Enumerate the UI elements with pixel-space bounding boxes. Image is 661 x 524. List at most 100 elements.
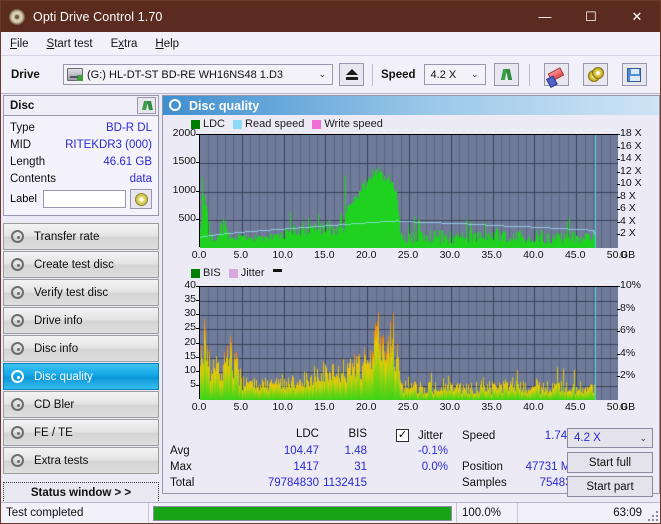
disc-refresh-button[interactable] <box>137 97 156 114</box>
sidebar-item-create-test-disc[interactable]: Create test disc <box>3 251 159 278</box>
ldc-plot-y2tick: 18 X <box>620 127 642 139</box>
disc-icon <box>10 453 27 468</box>
drive-select[interactable]: (G:) HL-DT-ST BD-RE WH16NS48 1.D3 ⌄ <box>63 64 333 85</box>
legend-label-bis: BIS <box>203 267 221 279</box>
minimize-icon[interactable]: — <box>522 1 568 32</box>
menu-item-file[interactable]: File <box>1 35 38 53</box>
disc-icon <box>10 341 27 356</box>
legend-label-write-speed: Write speed <box>324 118 383 130</box>
ldc-chart: 500 1000 1500 2000 2 X4 X6 X8 X 10 X 12 X 14 X1… <box>163 127 659 265</box>
bis-plot-xunit: GB <box>620 401 636 413</box>
sidebar-item-label: FE / TE <box>34 426 73 439</box>
burn-speed-select-value: 4.2 X <box>574 432 601 444</box>
ldc-plot-y2tick: 14 X <box>620 152 642 165</box>
erase-button[interactable] <box>543 63 569 86</box>
disc-label-button[interactable] <box>130 189 152 209</box>
disc-row-mid-key: MID <box>10 138 32 151</box>
legend-swatch-write-speed <box>312 119 322 129</box>
sidebar-item-fe-te[interactable]: FE / TE <box>3 419 159 446</box>
ldc-plot-y2tick-mark <box>617 234 620 235</box>
bis-plot-ytick-mark <box>196 300 199 301</box>
jitter-checkbox[interactable]: ✓ <box>396 429 409 442</box>
bis-plot-xtick: 20.0 <box>355 401 377 413</box>
close-icon[interactable]: ✕ <box>614 1 660 32</box>
bis-plot-y2tick-mark <box>617 331 620 332</box>
ldc-plot-xtick: 5.0 <box>233 249 249 261</box>
ldc-plot-y2tick: 8 X <box>620 189 636 202</box>
legend-swatch-read-speed <box>233 119 243 129</box>
elapsed-time: 63:09 <box>613 507 642 519</box>
ldc-plot-y2tick: 6 X <box>620 202 636 215</box>
start-full-button[interactable]: Start full <box>567 452 653 473</box>
status-window-button[interactable]: Status window > > <box>3 482 159 503</box>
sidebar-item-extra-tests[interactable]: Extra tests <box>3 447 159 474</box>
menu-item-start-test[interactable]: Start test <box>38 35 102 53</box>
stats-row-avg-bis: 1.48 <box>344 445 367 457</box>
sidebar-item-cd-bler[interactable]: CD Bler <box>3 391 159 418</box>
content-header: Disc quality <box>163 96 659 115</box>
disc-info-list: Type BD-R DL MID RITEKDR3 (000) Length 4… <box>3 116 159 216</box>
ldc-plot-xunit: GB <box>620 249 636 261</box>
bis-plot-ytick: 10 <box>184 363 196 376</box>
sidebar-item-transfer-rate[interactable]: Transfer rate <box>3 223 159 250</box>
bis-plot-y2tick-mark <box>617 309 620 310</box>
menu-item-start-test-rest: tart test <box>54 37 93 50</box>
bis-plot-xtick: 35.0 <box>481 401 502 413</box>
resize-grip[interactable] <box>648 511 658 521</box>
refresh-button[interactable] <box>493 63 519 86</box>
progress-bar <box>153 505 452 521</box>
disc-label-key: Label <box>10 193 37 205</box>
drive-label: Drive <box>11 68 40 81</box>
stats-row-total-bis: 1132415 <box>323 477 367 489</box>
disc-icon <box>10 257 27 272</box>
position-stat-value: 47731 MB <box>525 461 578 473</box>
discs-button[interactable] <box>582 63 608 86</box>
eject-button[interactable] <box>339 63 364 86</box>
sidebar-item-verify-test-disc[interactable]: Verify test disc <box>3 279 159 306</box>
speed-stat-label: Speed <box>462 430 496 442</box>
sidebar-item-disc-info[interactable]: Disc info <box>3 335 159 362</box>
ldc-plot-xtick: 20.0 <box>355 249 377 261</box>
bis-plot-y2tick: 8% <box>620 301 636 314</box>
save-button[interactable] <box>621 63 647 86</box>
bis-plot-ytick-mark <box>196 357 199 358</box>
stats-row-avg-ldc: 104.47 <box>283 445 319 457</box>
sidebar-item-drive-info[interactable]: Drive info <box>3 307 159 334</box>
disc-row-contents-key: Contents <box>10 172 57 185</box>
disc-row-contents: Contents data <box>10 170 152 187</box>
sidebar-item-label: Extra tests <box>34 454 89 467</box>
ldc-plot-ytick-mark <box>196 191 199 192</box>
disc-row-type: Type BD-R DL <box>10 119 152 136</box>
bis-plot-y2tick-mark <box>617 286 620 287</box>
bis-jitter-chart: 5 10 15 20 25 30 35 40 2% 4% 6% 8% 10% 0.0 5.0 10.0 15.0… <box>163 279 659 420</box>
sidebar-item-disc-quality[interactable]: Disc quality <box>3 363 159 390</box>
speed-select[interactable]: 4.2 X ⌄ <box>423 64 486 85</box>
menu-item-extra[interactable]: Extra <box>102 35 147 53</box>
burn-speed-select[interactable]: 4.2 X ⌄ <box>567 428 653 448</box>
ldc-plot-xtick: 40.0 <box>523 249 544 261</box>
window-controls: — ☐ ✕ <box>522 1 660 32</box>
chevron-down-icon: ⌄ <box>639 432 647 443</box>
drive-icon <box>67 68 83 81</box>
speed-stat-value: 1.74 X <box>544 430 578 442</box>
disc-label-input[interactable] <box>42 190 126 208</box>
menu-item-help[interactable]: Help <box>146 35 188 53</box>
legend-item-bis: BIS <box>191 267 221 279</box>
samples-stat-value: 754839 <box>539 477 578 489</box>
sidebar-item-label: Disc quality <box>34 370 93 383</box>
bis-plot-ytick-mark <box>196 328 199 329</box>
sidebar-item-label: CD Bler <box>34 398 75 411</box>
ldc-plot-ytick: 1500 <box>172 155 196 168</box>
disc-icon <box>10 425 27 440</box>
sidebar-item-label: Verify test disc <box>34 286 109 299</box>
start-part-button[interactable]: Start part <box>567 476 653 497</box>
disc-panel-header: Disc <box>3 95 159 116</box>
bis-plot <box>199 286 618 400</box>
ldc-plot-canvas <box>200 135 618 248</box>
bis-plot-ytick: 35 <box>184 293 196 306</box>
window-title: Opti Drive Control 1.70 <box>33 9 163 24</box>
content-header-title: Disc quality <box>189 98 260 113</box>
disc-row-type-value: BD-R DL <box>105 121 152 134</box>
maximize-icon[interactable]: ☐ <box>568 1 614 32</box>
sidebar-item-label: Disc info <box>34 342 79 355</box>
